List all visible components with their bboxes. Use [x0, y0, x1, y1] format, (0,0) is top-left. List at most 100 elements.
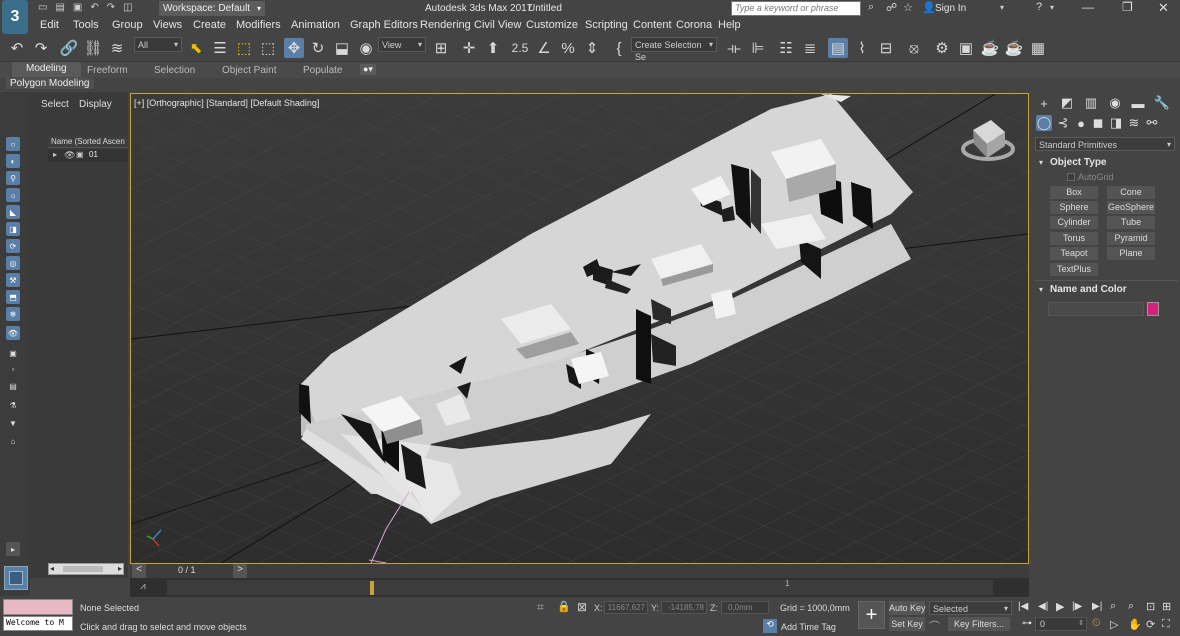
display-object-xrefs-icon[interactable]: ⚒: [6, 273, 20, 287]
menu-content[interactable]: Content: [633, 19, 672, 31]
object-type-collapse-icon[interactable]: ▾: [1039, 158, 1043, 167]
pyramid-button[interactable]: Pyramid: [1107, 232, 1155, 245]
restore-icon[interactable]: ❐: [1122, 0, 1133, 14]
window-crossing-icon[interactable]: ⬚: [258, 38, 278, 58]
set-key-button[interactable]: Set Key: [889, 617, 925, 631]
explorer-tab-select[interactable]: Select: [41, 99, 69, 110]
display-spacewarps-icon[interactable]: ⟳: [6, 239, 20, 253]
ribbon-subtab-polygon-modeling[interactable]: Polygon Modeling: [6, 78, 94, 89]
modify-tab-icon[interactable]: ◩: [1059, 95, 1075, 111]
layer-icon[interactable]: ⌂: [6, 434, 20, 448]
primitive-type-dropdown[interactable]: Standard Primitives ▾: [1035, 137, 1175, 151]
autogrid-checkbox[interactable]: [1067, 173, 1075, 181]
menu-group[interactable]: Group: [112, 19, 143, 31]
filter-settings-icon[interactable]: ⚗: [6, 398, 20, 412]
color-swatch[interactable]: [1147, 302, 1159, 316]
object-name-field[interactable]: [1048, 302, 1144, 316]
sphere-button[interactable]: Sphere: [1050, 201, 1098, 214]
display-containers-icon[interactable]: ❄: [6, 307, 20, 321]
keyboard-shortcut-override-icon[interactable]: ⬆: [483, 38, 503, 58]
visibility-icon[interactable]: 👁: [64, 150, 75, 161]
display-hidden-icon[interactable]: 👁: [6, 326, 20, 340]
angle-snap-icon[interactable]: ∠: [534, 38, 554, 58]
workspace-dropdown[interactable]: Workspace: Default ▾: [159, 1, 265, 16]
time-slider[interactable]: < 0 / 1 >: [130, 564, 1029, 578]
named-selection-dropdown[interactable]: Create Selection Se ▾: [631, 37, 717, 62]
geosphere-button[interactable]: GeoSphere: [1107, 201, 1155, 214]
auto-key-button[interactable]: Auto Key: [889, 601, 926, 615]
menu-views[interactable]: Views: [153, 19, 182, 31]
communication-icon[interactable]: ☍: [886, 1, 897, 14]
plane-button[interactable]: Plane: [1107, 247, 1155, 260]
go-to-start-icon[interactable]: |◀: [1018, 601, 1028, 612]
ribbon-toggle-icon[interactable]: ≣: [800, 38, 820, 58]
ribbon-tab-selection[interactable]: Selection: [154, 65, 195, 76]
reference-coordinate-dropdown[interactable]: View ▾: [378, 37, 426, 52]
mirror-icon[interactable]: ⟛: [724, 38, 744, 58]
absolute-mode-icon[interactable]: ⊠: [577, 600, 587, 614]
menu-animation[interactable]: Animation: [291, 19, 340, 31]
spinner-snap-icon[interactable]: ⇕: [582, 38, 602, 58]
display-lights-icon[interactable]: ☼: [6, 188, 20, 202]
x-coordinate-field[interactable]: 11667,627: [604, 601, 648, 614]
app-logo-icon[interactable]: 3: [2, 0, 28, 34]
display-invert-icon[interactable]: ▤: [6, 379, 20, 393]
select-place-icon[interactable]: ◉: [356, 38, 376, 58]
explorer-scrollbar[interactable]: ◂ ▸: [48, 563, 124, 575]
maximize-viewport-icon[interactable]: ⛶: [1162, 618, 1170, 631]
utilities-tab-icon[interactable]: 🔧: [1154, 95, 1170, 111]
systems-category-icon[interactable]: ⚯: [1144, 115, 1160, 131]
close-icon[interactable]: ✕: [1158, 0, 1169, 16]
prev-frame-icon[interactable]: ◀|: [1038, 601, 1048, 612]
select-object-icon[interactable]: ⬉: [186, 38, 206, 58]
zoom-extents-all-icon[interactable]: ⊞: [1162, 600, 1171, 613]
add-time-tag-icon[interactable]: ⟲: [763, 619, 777, 633]
bind-space-warp-icon[interactable]: ≋: [107, 38, 127, 58]
scene-explorer-toggle-icon[interactable]: [4, 566, 28, 590]
motion-tab-icon[interactable]: ◉: [1107, 95, 1123, 111]
schematic-view-icon[interactable]: ⊟: [876, 38, 896, 58]
object-type-title[interactable]: Object Type: [1050, 157, 1107, 168]
z-coordinate-field[interactable]: 0,0mm: [721, 601, 769, 614]
next-frame-icon[interactable]: |▶: [1072, 601, 1082, 612]
menu-create[interactable]: Create: [193, 19, 226, 31]
geometry-category-icon[interactable]: ◯: [1036, 115, 1052, 131]
cameras-category-icon[interactable]: ◼: [1090, 115, 1106, 131]
undo-icon[interactable]: ↶: [7, 38, 27, 58]
scene-explorer-icon[interactable]: ▤: [828, 38, 848, 58]
name-color-collapse-icon[interactable]: ▾: [1039, 285, 1043, 294]
display-cameras-icon[interactable]: ◣: [6, 205, 20, 219]
sign-in-dropdown-icon[interactable]: ▾: [1000, 3, 1004, 12]
display-all-icon[interactable]: ▣: [6, 346, 20, 360]
isolate-selection-icon[interactable]: ⌗: [537, 600, 544, 615]
current-frame-field[interactable]: 0 ⇕: [1035, 617, 1087, 631]
orbit-icon[interactable]: ⟳: [1146, 618, 1155, 631]
menu-graph-editors[interactable]: Graph Editors: [350, 19, 418, 31]
help-icon[interactable]: ?: [1036, 1, 1042, 13]
unlink-icon[interactable]: ⛓: [83, 38, 103, 58]
pivot-center-icon[interactable]: ⊞: [431, 38, 451, 58]
ribbon-options-icon[interactable]: ●▾: [360, 64, 376, 75]
selection-key-dropdown[interactable]: Selected ▾: [929, 601, 1012, 615]
key-tangent-icon[interactable]: ⌒: [929, 618, 940, 634]
zoom-extents-icon[interactable]: ⊡: [1146, 600, 1155, 613]
rectangular-selection-icon[interactable]: ⬚: [234, 38, 254, 58]
select-manipulate-icon[interactable]: ✛: [459, 38, 479, 58]
name-color-title[interactable]: Name and Color: [1050, 284, 1127, 295]
minimize-icon[interactable]: —: [1082, 0, 1094, 14]
star-icon[interactable]: ☆: [903, 1, 913, 14]
lights-category-icon[interactable]: ●: [1073, 115, 1089, 131]
menu-modifiers[interactable]: Modifiers: [236, 19, 281, 31]
track-bar[interactable]: ⩘ 1: [130, 578, 1029, 597]
select-move-icon[interactable]: ✥: [284, 38, 304, 58]
expand-icon[interactable]: ▸: [53, 150, 57, 159]
time-slider-next-icon[interactable]: >: [233, 564, 247, 578]
render-setup-icon[interactable]: ⚙: [932, 38, 952, 58]
hierarchy-tab-icon[interactable]: ▥: [1083, 95, 1099, 111]
ribbon-tab-freeform[interactable]: Freeform: [87, 65, 128, 76]
link-icon[interactable]: 🔗: [59, 38, 79, 58]
helpers-category-icon[interactable]: ◨: [1108, 115, 1124, 131]
maxscript-listener-white[interactable]: Welcome to M: [3, 616, 73, 631]
y-coordinate-field[interactable]: -14185,78: [661, 601, 707, 614]
menu-tools[interactable]: Tools: [73, 19, 99, 31]
